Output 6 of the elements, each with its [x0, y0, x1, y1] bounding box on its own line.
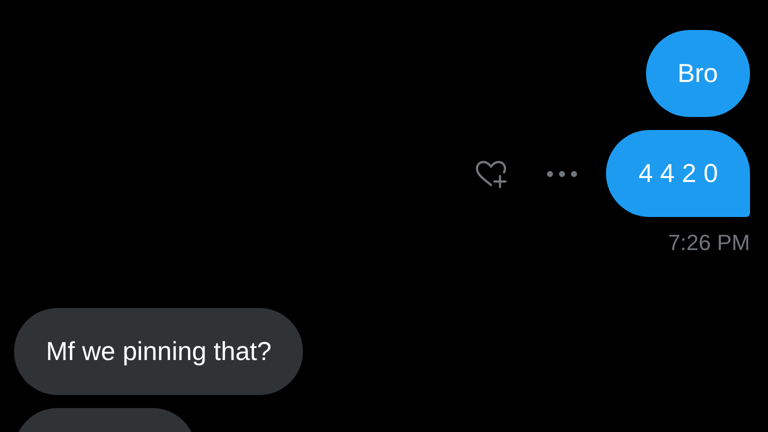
heart-plus-icon[interactable]	[474, 158, 508, 188]
message-bubble: Mf we pinning that?	[14, 308, 304, 395]
message-timestamp: 7:26 PM	[668, 230, 750, 256]
message-bubble: Bro	[646, 30, 750, 117]
message-bubble: 4 4 2 0	[606, 130, 750, 217]
more-icon[interactable]	[546, 170, 578, 178]
